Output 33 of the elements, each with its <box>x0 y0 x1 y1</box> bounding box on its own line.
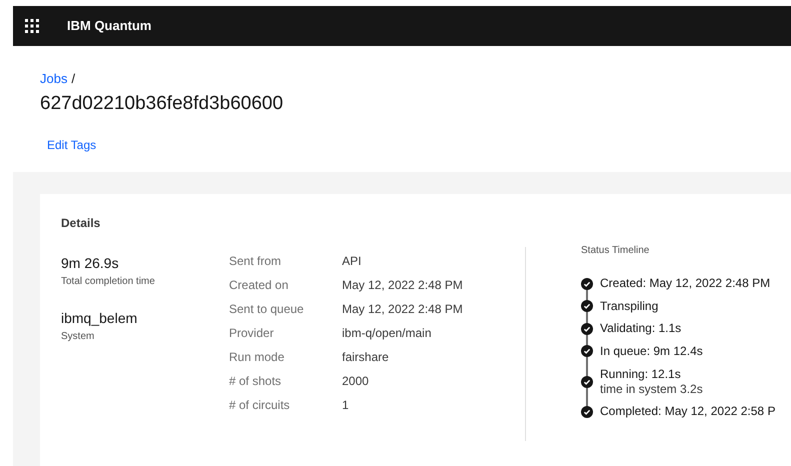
status-note: time in system 3.2s <box>600 382 703 396</box>
summary-value: 9m 26.9s <box>61 254 120 272</box>
edit-tags-link[interactable]: Edit Tags <box>47 136 96 154</box>
status-step: Running: 12.1s <box>600 366 703 382</box>
summary-label: Total completion time <box>61 274 156 288</box>
job-id-title: 627d02210b36fe8fd3b60600 <box>40 92 284 116</box>
details-heading: Details <box>61 214 102 232</box>
app-grid-icon[interactable] <box>25 19 39 33</box>
field-value: May 12, 2022 2:48 PM <box>342 277 463 294</box>
field-value: May 12, 2022 2:48 PM <box>342 301 463 318</box>
status-step: Transpiling <box>600 298 658 314</box>
field-value: 2000 <box>342 373 369 390</box>
field-label: Provider <box>229 325 275 342</box>
field-value: 1 <box>342 397 349 414</box>
field-label: Sent to queue <box>229 301 305 318</box>
field-label: Created on <box>229 277 290 294</box>
field-label: Run mode <box>229 349 286 366</box>
field-label: Sent from <box>229 253 282 270</box>
field-value: API <box>342 253 362 270</box>
field-value: fairshare <box>342 349 389 366</box>
field-value: ibm-q/open/main <box>342 325 432 342</box>
breadcrumb-link[interactable]: Jobs <box>40 69 68 88</box>
summary-label: System <box>61 330 96 344</box>
field-label: # of circuits <box>229 397 291 414</box>
status-step: Validating: 1.1s <box>600 321 682 336</box>
app-title: IBM Quantum <box>67 17 152 36</box>
timeline-heading: Status Timeline <box>581 244 650 258</box>
summary-value: ibmq_belem <box>61 308 138 328</box>
status-step: Completed: May 12, 2022 2:58 P <box>600 404 776 420</box>
status-step: In queue: 9m 12.4s <box>600 344 703 359</box>
breadcrumb-separator: / <box>71 70 76 88</box>
status-step: Created: May 12, 2022 2:48 PM <box>600 276 770 292</box>
field-label: # of shots <box>229 373 282 390</box>
